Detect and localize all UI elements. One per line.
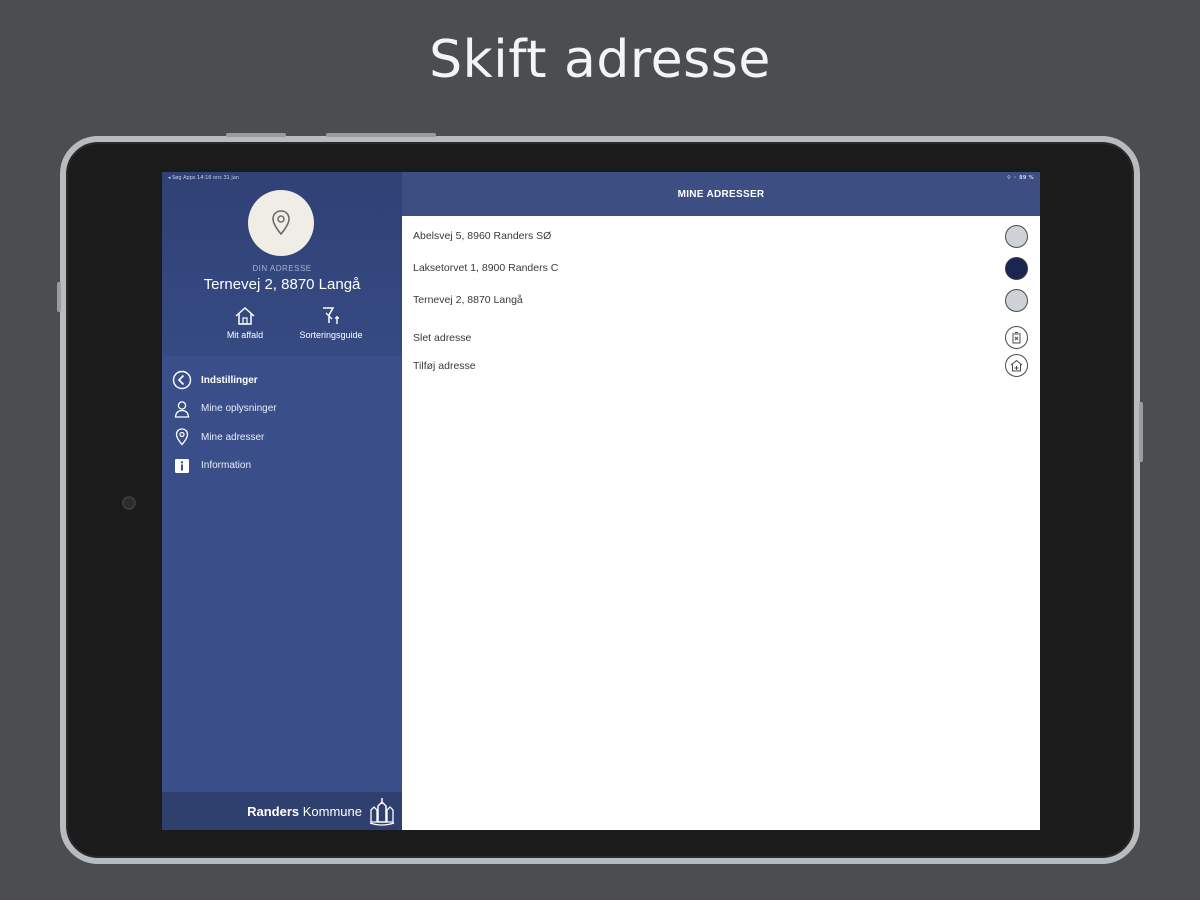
add-address-icon[interactable] (1005, 354, 1028, 377)
address-row[interactable]: Ternevej 2, 8870 Langå (402, 284, 1040, 316)
tablet-side-button (1139, 402, 1143, 462)
address-label: Laksetorvet 1, 8900 Randers C (413, 262, 559, 274)
page-headline: Skift adresse (429, 30, 771, 90)
brand-name-rest: Kommune (299, 803, 362, 819)
brand-name-bold: Randers (247, 803, 300, 819)
quick-links: Mit affald Sorteringsguide (162, 306, 402, 346)
address-label: Abelsvej 5, 8960 Randers SØ (413, 230, 552, 242)
address-caption: DIN ADRESSE (252, 264, 312, 273)
tablet-top-button (226, 133, 286, 137)
delete-address-label: Slet adresse (413, 332, 472, 344)
sidebar-item-label: Mine adresser (201, 431, 265, 443)
tablet-top-button (326, 133, 436, 137)
address-row[interactable]: Laksetorvet 1, 8900 Randers C (402, 252, 1040, 284)
sidebar-profile-area: ◂ Søg Apps 14:16 ons 31 jan DIN ADRESSE … (162, 172, 402, 356)
address-radio[interactable] (1005, 289, 1028, 312)
address-radio[interactable] (1005, 225, 1028, 248)
address-row[interactable]: Abelsvej 5, 8960 Randers SØ (402, 220, 1040, 252)
main-header: MINE ADRESSER ⌔ ◦ 89 % (402, 172, 1040, 216)
quick-link-sorteringsguide[interactable]: Sorteringsguide (286, 306, 376, 340)
quick-link-mit-affald[interactable]: Mit affald (200, 306, 290, 340)
address-avatar (248, 190, 314, 256)
current-address: Ternevej 2, 8870 Langå (203, 276, 361, 293)
quick-link-label: Sorteringsguide (299, 330, 363, 340)
quick-link-label: Mit affald (226, 330, 264, 340)
add-address-row[interactable]: Tilføj adresse (402, 350, 1040, 382)
location-pin-icon (272, 210, 290, 236)
app-screen: ◂ Søg Apps 14:16 ons 31 jan DIN ADRESSE … (162, 172, 1040, 830)
randers-logo-icon (369, 798, 395, 826)
sidebar-item-indstillinger[interactable]: Indstillinger (162, 366, 402, 395)
sidebar-item-mine-oplysninger[interactable]: Mine oplysninger (162, 395, 402, 424)
address-radio-selected[interactable] (1005, 257, 1028, 280)
sidebar-footer: Randers Kommune (162, 792, 402, 830)
tablet-camera (122, 496, 136, 510)
tablet-frame: ◂ Søg Apps 14:16 ons 31 jan DIN ADRESSE … (57, 133, 1143, 864)
status-bar-right: ⌔ ◦ 89 % (1006, 175, 1034, 181)
main-panel: MINE ADRESSER ⌔ ◦ 89 % Abelsvej 5, 8960 … (402, 172, 1040, 830)
house-icon (235, 306, 255, 325)
add-address-label: Tilføj adresse (413, 360, 476, 372)
sorting-icon (323, 307, 339, 324)
sidebar-item-label: Mine oplysninger (201, 403, 277, 415)
person-icon (172, 399, 192, 419)
main-header-title: MINE ADRESSER (677, 188, 765, 200)
back-arrow-icon (172, 370, 192, 390)
info-icon (172, 456, 192, 476)
delete-address-icon[interactable] (1005, 326, 1028, 349)
sidebar-item-mine-adresser[interactable]: Mine adresser (162, 423, 402, 452)
brand-name: Randers Kommune (247, 804, 362, 819)
sidebar: ◂ Søg Apps 14:16 ons 31 jan DIN ADRESSE … (162, 172, 402, 830)
address-label: Ternevej 2, 8870 Langå (413, 294, 523, 306)
sidebar-item-information[interactable]: Information (162, 452, 402, 481)
sidebar-item-label: Indstillinger (201, 374, 258, 386)
status-bar-left: ◂ Søg Apps 14:16 ons 31 jan (168, 175, 240, 181)
sidebar-item-label: Information (201, 460, 252, 472)
location-pin-icon (172, 427, 192, 447)
tablet-side-button (57, 282, 61, 312)
sidebar-menu: Indstillinger Mine oplysninger Mine adre… (162, 366, 402, 480)
